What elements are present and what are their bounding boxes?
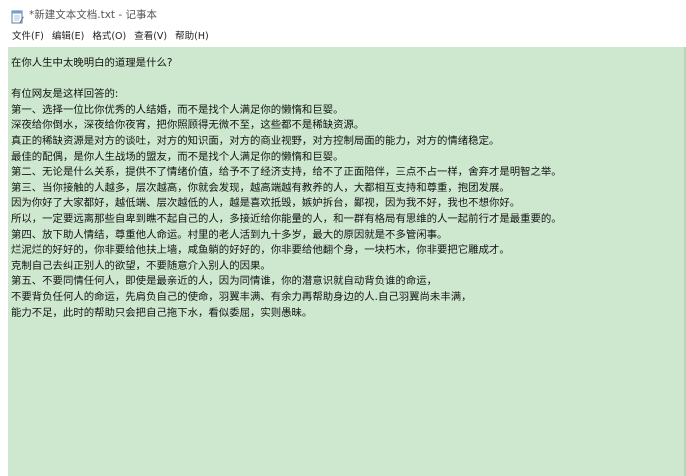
text-line: 在你人生中太晚明白的道理是什么?: [11, 57, 173, 69]
menu-help[interactable]: 帮助(H): [174, 30, 210, 44]
menu-edit[interactable]: 编辑(E): [51, 30, 85, 44]
text-line: 真正的稀缺资源是对方的谈吐，对方的知识面，对方的商业视野，对方控制局面的能力，对…: [11, 134, 500, 147]
menu-view[interactable]: 查看(V): [133, 30, 168, 44]
menu-bar: 文件(F) 编辑(E) 格式(O) 查看(V) 帮助(H): [0, 29, 686, 45]
text-line: 第一、选择一位比你优秀的人结婚，而不是找个人满足你的懒惰和巨婴。: [11, 103, 344, 116]
text-line: 第四、放下助人情结，尊重他人命运。村里的老人活到九十多岁，最大的原因就是不多管闲…: [11, 228, 448, 241]
text-line: 烂泥烂的好好的，你非要给他扶上墙，咸鱼躺的好好的，你非要给他翻个身，一块朽木，你…: [11, 244, 510, 257]
text-line: 所以，一定要远离那些自卑到瞧不起自己的人，多接近给你能量的人，和一群有格局有思维…: [11, 212, 562, 225]
menu-format[interactable]: 格式(O): [91, 30, 127, 44]
editor-content[interactable]: 在你人生中太晚明白的道理是什么? 有位网友是这样回答的: 第一、选择一位比你优秀的人…: [11, 56, 682, 321]
text-line: 第三、当你接触的人越多，层次越高，你就会发现，越高端越有教养的人，大都相互支持和…: [11, 181, 510, 194]
text-line: [11, 72, 682, 88]
text-line: 深夜给你倒水，深夜给你夜宵，把你照顾得无微不至，这些都不是稀缺资源。: [11, 119, 365, 132]
text-editor[interactable]: 在你人生中太晚明白的道理是什么? 有位网友是这样回答的: 第一、选择一位比你优秀的人…: [8, 47, 686, 476]
window-title: *新建文本文档.txt - 记事本: [29, 9, 157, 21]
notepad-window: *新建文本文档.txt - 记事本 文件(F) 编辑(E) 格式(O) 查看(V…: [0, 0, 686, 476]
text-line: 克制自己去纠正别人的欲望，不要随意介入别人的因果。: [11, 259, 271, 272]
notepad-icon: [11, 9, 24, 24]
title-bar[interactable]: *新建文本文档.txt - 记事本: [0, 0, 686, 29]
text-line: 第二、无论是什么关系，提供不了情绪价值，给予不了经济支持，给不了正面陪伴，三点不…: [11, 166, 562, 179]
menu-file[interactable]: 文件(F): [11, 30, 45, 44]
text-line: 能力不足，此时的帮助只会把自己拖下水，看似委屈，实则愚昧。: [11, 306, 313, 319]
text-line: 最佳的配偶，是你人生战场的盟友，而不是找个人满足你的懒惰和巨婴。: [11, 150, 344, 163]
text-line: 不要背负任何人的命运，先肩负自己的使命，羽翼丰满、有余力再帮助身边的人.自己羽翼…: [11, 290, 472, 303]
text-line: 第五、不要同情任何人，即使是最亲近的人，因为同情谁，你的潜意识就自动背负谁的命运…: [11, 275, 438, 288]
text-line: 因为你好了大家都好，越低端、层次越低的人，越是喜欢抵毁，嫉妒拆台，鄙视，因为我不…: [11, 197, 521, 210]
text-line: 有位网友是这样回答的:: [11, 88, 119, 101]
